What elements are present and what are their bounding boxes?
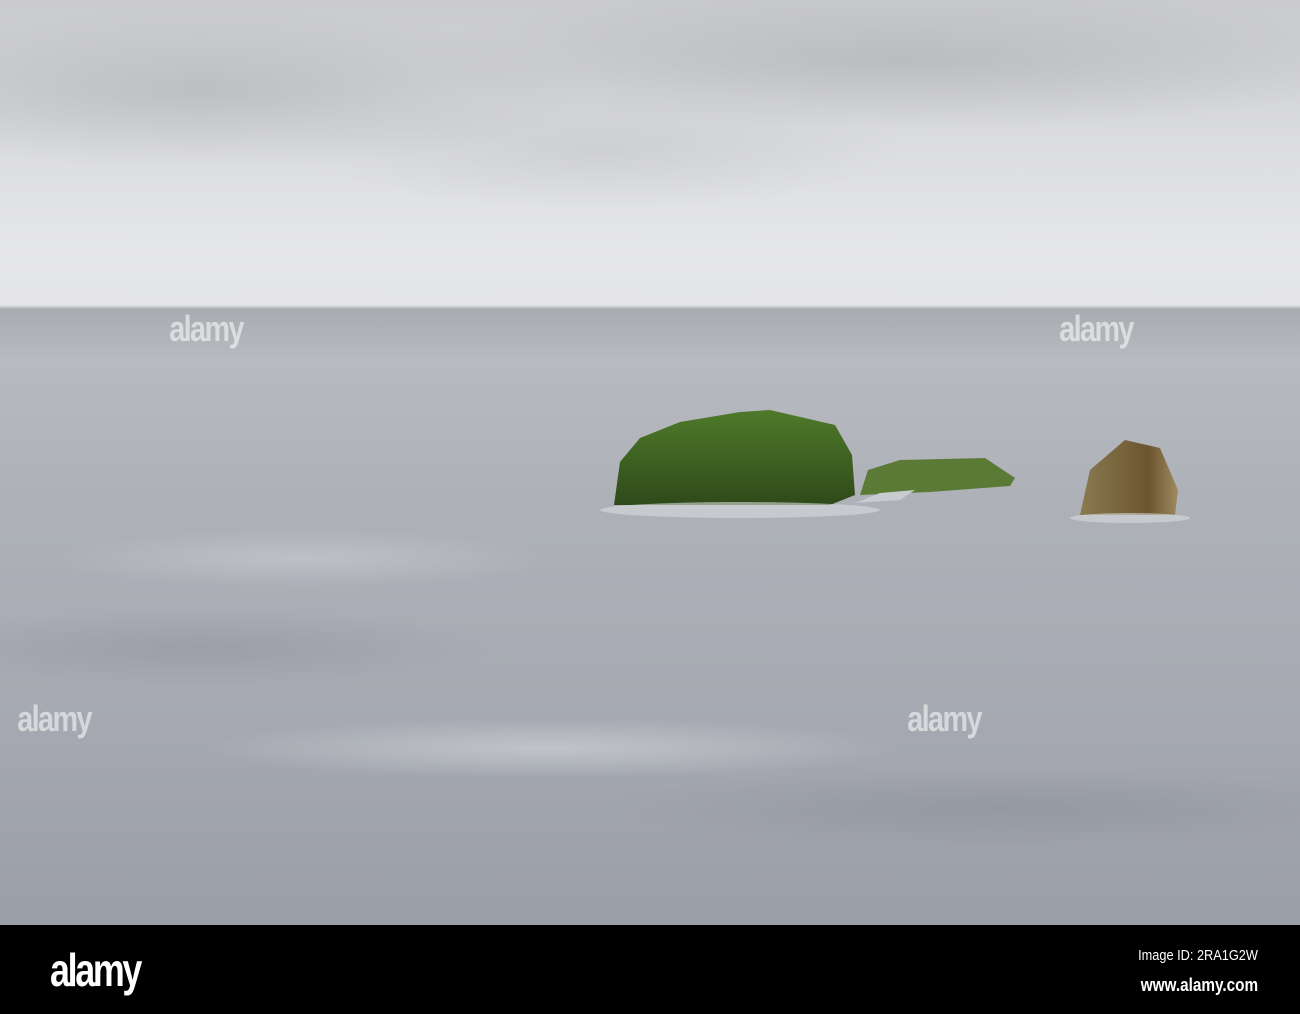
alamy-logo: alamy — [50, 944, 142, 996]
large-rock — [614, 410, 855, 505]
site-url: www.alamy.com — [1140, 975, 1258, 995]
rocks — [600, 410, 1190, 523]
footer-bar: alamy Image ID: 2RA1G2W www.alamy.com — [0, 925, 1300, 1014]
watermark: alamy — [907, 698, 982, 739]
photo: alamy alamy alamy alamy — [0, 0, 1300, 925]
watermark: alamy — [169, 308, 244, 349]
middle-rock — [860, 458, 1015, 495]
watermark: alamy — [1059, 308, 1134, 349]
watermark: alamy — [17, 698, 92, 739]
right-rock — [1080, 440, 1178, 515]
image-id: Image ID: 2RA1G2W — [1138, 947, 1258, 964]
